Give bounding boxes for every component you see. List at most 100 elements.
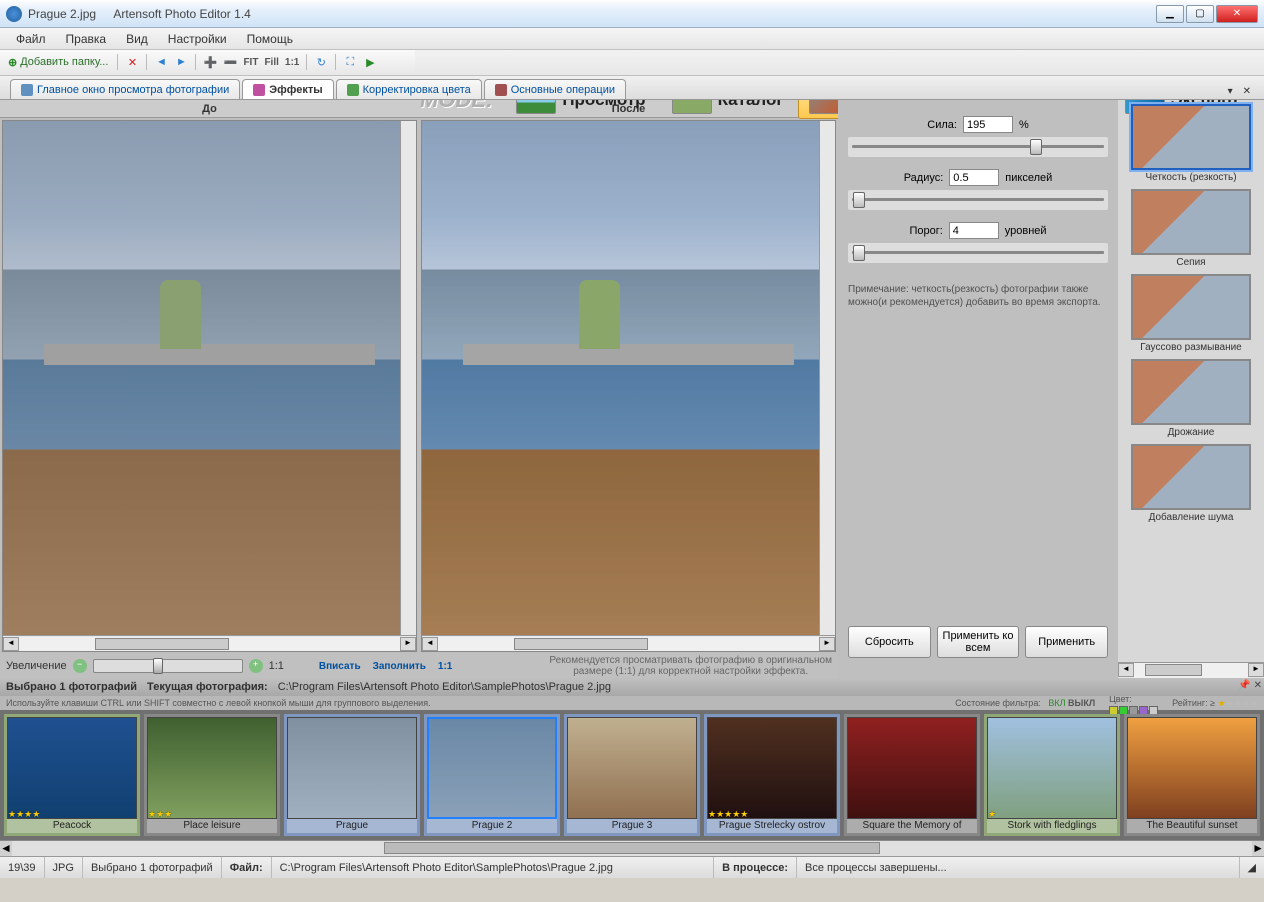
before-hscroll[interactable]: ◄► (3, 635, 416, 651)
effects-hscroll[interactable]: ◄► (1118, 662, 1264, 678)
thumbnail-0[interactable]: ★★★★Peacock (4, 714, 140, 836)
effect-item-1[interactable]: Сепия (1120, 189, 1262, 268)
zoom-out-button[interactable]: − (73, 659, 87, 673)
resize-grip-icon[interactable]: ◢ (1240, 857, 1264, 878)
delete-icon[interactable]: ✕ (123, 53, 141, 71)
apply-button[interactable]: Применить (1025, 626, 1108, 658)
compare-pane: До После ◄► ◄► Увеличение − + 1:1 Вписат… (0, 100, 838, 678)
fullscreen-icon[interactable]: ⛶ (341, 53, 359, 71)
effect-thumb-icon (1131, 274, 1251, 340)
rating-stars[interactable]: ★★★★★ (1218, 698, 1258, 708)
minimize-button[interactable] (1156, 5, 1184, 23)
tab-effects[interactable]: Эффекты (242, 79, 333, 99)
title-filename: Prague 2.jpg (28, 7, 96, 21)
zoom-in-icon[interactable]: ➕ (201, 53, 219, 71)
status-counter: 19\39 (0, 857, 45, 878)
fit-link[interactable]: Вписать (316, 661, 364, 672)
pin-icon[interactable]: 📌 ✕ (1238, 680, 1262, 691)
thumbnail-5[interactable]: ★★★★★Prague Strelecky ostrov (704, 714, 840, 836)
effect-thumb-icon (1131, 189, 1251, 255)
maximize-button[interactable] (1186, 5, 1214, 23)
effect-name: Сепия (1120, 257, 1262, 268)
thumbnail-1[interactable]: ★★★Place leisure (144, 714, 280, 836)
before-image-panel[interactable]: ◄► (2, 120, 417, 652)
menu-settings[interactable]: Настройки (158, 30, 237, 48)
zoom-out-icon[interactable]: ➖ (221, 53, 239, 71)
thumb-image (567, 717, 697, 819)
menu-help[interactable]: Помощь (237, 30, 303, 48)
thumb-image (707, 717, 837, 819)
thumb-name: Prague 2 (427, 819, 557, 833)
titlebar: Prague 2.jpg Artensoft Photo Editor 1.4 (0, 0, 1264, 28)
apply-all-button[interactable]: Применить ко всем (937, 626, 1020, 658)
zoom-in-button[interactable]: + (249, 659, 263, 673)
thumb-image (427, 717, 557, 819)
radius-input[interactable] (949, 169, 999, 186)
radius-slider[interactable] (848, 190, 1108, 210)
thumbnail-4[interactable]: Prague 3 (564, 714, 700, 836)
zoom-1to1-label: 1:1 (269, 660, 284, 672)
scroll-left-icon[interactable]: ◄ (0, 841, 12, 856)
filter-off[interactable]: ВЫКЛ (1068, 698, 1095, 708)
strength-slider[interactable] (848, 137, 1108, 157)
scroll-thumb[interactable] (384, 842, 880, 854)
viewer-icon (21, 84, 33, 96)
after-hscroll[interactable]: ◄► (422, 635, 835, 651)
menu-edit[interactable]: Правка (56, 30, 117, 48)
menu-file[interactable]: Файл (6, 30, 56, 48)
tab-menu-icon[interactable]: ▾ (1225, 86, 1236, 97)
after-vscroll[interactable] (819, 121, 835, 635)
current-photo-path: C:\Program Files\Artensoft Photo Editor\… (278, 681, 611, 693)
effects-list: Четкость (резкость) Сепия Гауссово размыва… (1118, 100, 1264, 662)
thumb-image (287, 717, 417, 819)
compare-images: ◄► ◄► (0, 118, 838, 654)
thumbnail-3[interactable]: Prague 2 (424, 714, 560, 836)
effect-item-0[interactable]: Четкость (резкость) (1120, 104, 1262, 183)
zoom-slider[interactable] (93, 659, 243, 673)
fit-button[interactable]: FIT (241, 57, 260, 68)
strength-input[interactable] (963, 116, 1013, 133)
close-button[interactable] (1216, 5, 1258, 23)
thumbnail-6[interactable]: Square the Memory of (844, 714, 980, 836)
strength-unit: % (1019, 119, 1029, 131)
thumbnail-8[interactable]: The Beautiful sunset (1124, 714, 1260, 836)
threshold-input[interactable] (949, 222, 999, 239)
tab-main-viewer[interactable]: Главное окно просмотра фотографии (10, 79, 240, 99)
scroll-right-icon[interactable]: ► (1252, 841, 1264, 856)
filter-on[interactable]: ВКЛ (1048, 698, 1065, 708)
one-to-one-link[interactable]: 1:1 (435, 661, 455, 672)
thumb-name: Prague Strelecky ostrov (707, 819, 837, 833)
filmstrip-hscroll[interactable]: ◄ ► (0, 840, 1264, 856)
status-selected: Выбрано 1 фотографий (83, 857, 222, 878)
tab-color-correction[interactable]: Корректировка цвета (336, 79, 482, 99)
selection-hint: Используйте клавиши CTRL или SHIFT совме… (6, 696, 431, 710)
rotate-icon[interactable]: ↻ (312, 53, 330, 71)
before-vscroll[interactable] (400, 121, 416, 635)
prev-icon[interactable]: ◄ (152, 53, 170, 71)
before-label: До (0, 100, 419, 117)
effect-item-4[interactable]: Добавление шума (1120, 444, 1262, 523)
threshold-unit: уровней (1005, 225, 1047, 237)
tab-close-icon[interactable]: ✕ (1240, 86, 1254, 97)
menu-view[interactable]: Вид (116, 30, 158, 48)
threshold-slider[interactable] (848, 243, 1108, 263)
one-to-one-button[interactable]: 1:1 (283, 57, 301, 68)
thumb-image (147, 717, 277, 819)
window-title: Prague 2.jpg Artensoft Photo Editor 1.4 (28, 7, 251, 21)
fill-link[interactable]: Заполнить (370, 661, 429, 672)
effect-params-pane: Сила: % Радиус: пикселей Порог: уровней … (838, 100, 1118, 678)
reset-button[interactable]: Сбросить (848, 626, 931, 658)
fill-button[interactable]: Fill (262, 57, 280, 68)
tab-basic-ops[interactable]: Основные операции (484, 79, 626, 99)
thumbnail-2[interactable]: Prague (284, 714, 420, 836)
next-icon[interactable]: ► (172, 53, 190, 71)
play-icon[interactable]: ▶ (361, 53, 379, 71)
thumbnail-7[interactable]: ★Stork with fledglings (984, 714, 1120, 836)
after-image-panel[interactable]: ◄► (421, 120, 836, 652)
effect-item-3[interactable]: Дрожание (1120, 359, 1262, 438)
zoom-row: Увеличение − + 1:1 Вписать Заполнить 1:1… (0, 654, 838, 678)
effect-item-2[interactable]: Гауссово размывание (1120, 274, 1262, 353)
plus-icon: ⊕ (8, 56, 17, 69)
status-file-path: C:\Program Files\Artensoft Photo Editor\… (272, 857, 715, 878)
add-folder-button[interactable]: ⊕Добавить папку... (4, 56, 112, 69)
